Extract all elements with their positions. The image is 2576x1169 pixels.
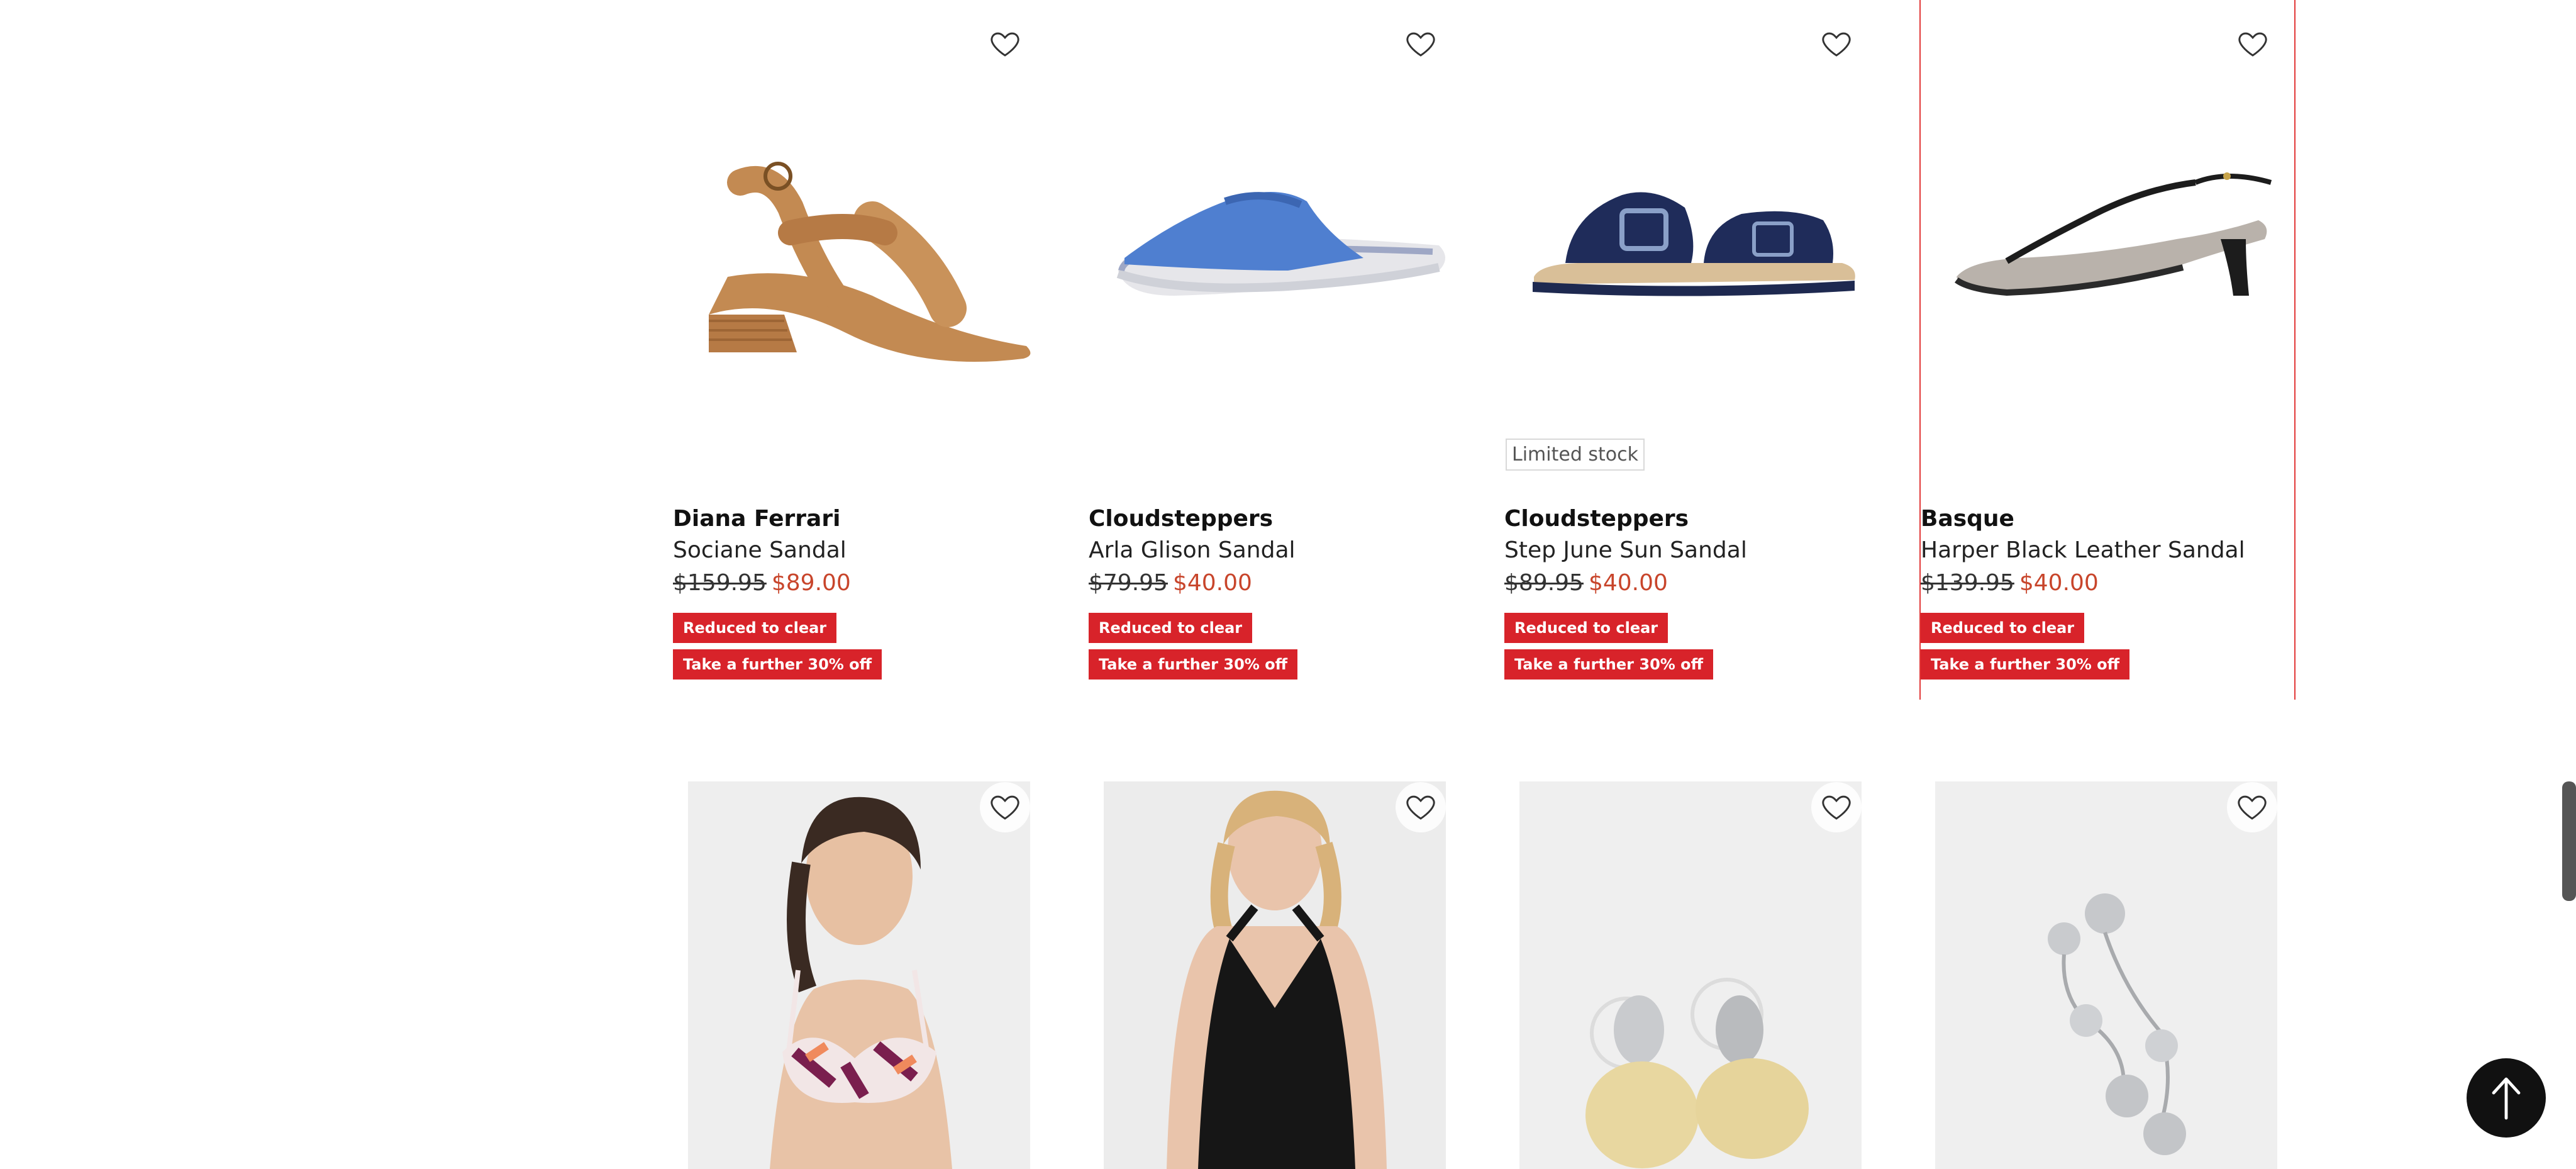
slide-sandal-image — [1533, 192, 1855, 296]
heart-outline-icon — [2238, 32, 2267, 57]
product-image[interactable] — [1504, 0, 1878, 478]
wishlist-button[interactable] — [1811, 19, 1862, 69]
wedge-sandal-image — [709, 162, 1031, 362]
now-price: $89.00 — [771, 570, 851, 596]
reduced-to-clear-badge: Reduced to clear — [1921, 613, 2085, 643]
limited-stock-label: Limited stock — [1506, 439, 1645, 471]
reduced-to-clear-badge: Reduced to clear — [1089, 613, 1253, 643]
wishlist-button[interactable] — [1811, 782, 1862, 832]
was-price: $79.95 — [1089, 570, 1168, 596]
product-image[interactable] — [1921, 0, 2294, 478]
product-prices: $139.95 $40.00 — [1921, 566, 2294, 600]
flip-flop-image — [1116, 192, 1445, 296]
product-brand[interactable]: Basque — [1921, 503, 2294, 535]
heart-outline-icon — [991, 795, 1019, 820]
promo-badges: Reduced to clear Take a further 30% off — [673, 613, 1046, 680]
further-discount-badge: Take a further 30% off — [1504, 649, 1714, 680]
wishlist-button[interactable] — [1396, 782, 1446, 832]
promo-badges: Reduced to clear Take a further 30% off — [1504, 613, 1878, 680]
product-prices: $159.95 $89.00 — [673, 566, 1046, 600]
product-card[interactable]: Basque Harper Black Leather Sandal $139.… — [1919, 0, 2296, 700]
product-image[interactable] — [1089, 0, 1462, 478]
drop-earrings-image — [1935, 781, 2277, 1169]
product-prices: $79.95 $40.00 — [1089, 566, 1462, 600]
heart-outline-icon — [1822, 32, 1851, 57]
product-image[interactable] — [688, 781, 1030, 1169]
was-price: $159.95 — [673, 570, 767, 596]
heeled-sandal-image — [1955, 172, 2272, 296]
promo-badges: Reduced to clear Take a further 30% off — [1921, 613, 2294, 680]
wishlist-button[interactable] — [1396, 19, 1446, 69]
promo-badges: Reduced to clear Take a further 30% off — [1089, 613, 1462, 680]
arrow-up-icon — [2492, 1077, 2521, 1120]
product-image[interactable] — [1935, 781, 2277, 1169]
product-card[interactable] — [1089, 781, 1462, 1169]
product-info: Basque Harper Black Leather Sandal $139.… — [1921, 503, 2294, 680]
product-brand[interactable]: Cloudsteppers — [1089, 503, 1462, 535]
product-image[interactable] — [1519, 781, 1862, 1169]
heart-outline-icon — [1822, 795, 1851, 820]
product-name[interactable]: Sociane Sandal — [673, 535, 1046, 566]
swimsuit-model-image — [1104, 781, 1446, 1169]
heart-outline-icon — [2238, 795, 2267, 820]
now-price: $40.00 — [1172, 570, 1252, 596]
product-name[interactable]: Step June Sun Sandal — [1504, 535, 1878, 566]
product-card[interactable] — [673, 781, 1046, 1169]
now-price: $40.00 — [1588, 570, 1668, 596]
product-name[interactable]: Harper Black Leather Sandal — [1921, 535, 2294, 566]
page-scrollbar-thumb[interactable] — [2562, 781, 2576, 901]
product-brand[interactable]: Diana Ferrari — [673, 503, 1046, 535]
product-card[interactable]: Limited stock Cloudsteppers Step June Su… — [1504, 0, 1878, 700]
was-price: $139.95 — [1921, 570, 2014, 596]
further-discount-badge: Take a further 30% off — [673, 649, 882, 680]
product-info: Cloudsteppers Arla Glison Sandal $79.95 $… — [1089, 503, 1462, 680]
product-info: Cloudsteppers Step June Sun Sandal $89.9… — [1504, 503, 1878, 680]
heart-outline-icon — [1406, 32, 1435, 57]
wishlist-button[interactable] — [980, 782, 1030, 832]
wishlist-button[interactable] — [2227, 782, 2277, 832]
reduced-to-clear-badge: Reduced to clear — [673, 613, 837, 643]
product-grid: Diana Ferrari Sociane Sandal $159.95 $89.… — [673, 0, 2296, 1169]
further-discount-badge: Take a further 30% off — [1089, 649, 1298, 680]
product-name[interactable]: Arla Glison Sandal — [1089, 535, 1462, 566]
product-card[interactable]: Cloudsteppers Arla Glison Sandal $79.95 $… — [1089, 0, 1462, 700]
back-to-top-button[interactable] — [2467, 1058, 2546, 1138]
product-prices: $89.95 $40.00 — [1504, 566, 1878, 600]
wishlist-button[interactable] — [2228, 19, 2278, 69]
now-price: $40.00 — [2019, 570, 2099, 596]
product-image[interactable] — [1104, 781, 1446, 1169]
heart-outline-icon — [1406, 795, 1435, 820]
product-brand[interactable]: Cloudsteppers — [1504, 503, 1878, 535]
heart-outline-icon — [991, 32, 1019, 57]
wishlist-button[interactable] — [980, 19, 1030, 69]
reduced-to-clear-badge: Reduced to clear — [1504, 613, 1668, 643]
further-discount-badge: Take a further 30% off — [1921, 649, 2130, 680]
bikini-model-image — [688, 781, 1030, 1169]
product-info: Diana Ferrari Sociane Sandal $159.95 $89.… — [673, 503, 1046, 680]
product-card[interactable] — [1920, 781, 2294, 1169]
product-image[interactable] — [673, 0, 1046, 478]
was-price: $89.95 — [1504, 570, 1584, 596]
product-card[interactable]: Diana Ferrari Sociane Sandal $159.95 $89.… — [673, 0, 1046, 700]
product-card[interactable] — [1504, 781, 1878, 1169]
earrings-image — [1519, 781, 1862, 1169]
